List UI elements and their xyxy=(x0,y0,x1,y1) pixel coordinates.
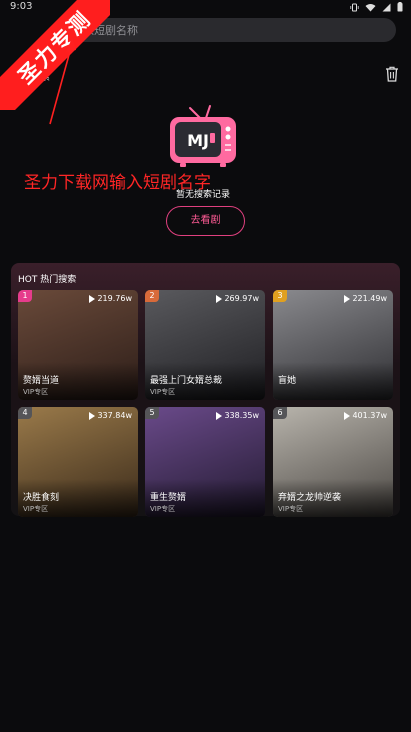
play-count-text: 269.97w xyxy=(224,294,259,303)
hot-search-card[interactable]: 1 219.76w 赘婿当道 VIP专区 xyxy=(18,290,138,400)
hot-search-card[interactable]: 2 269.97w 最强上门女婿总裁 VIP专区 xyxy=(145,290,265,400)
signal-icon xyxy=(382,3,391,11)
tv-icon: MJ xyxy=(170,105,236,167)
play-count: 401.37w xyxy=(344,411,387,420)
watermark: 圣力专测 xyxy=(0,0,110,110)
card-title: 重生赘婿 xyxy=(150,493,187,503)
play-count-text: 401.37w xyxy=(352,411,387,420)
play-icon xyxy=(344,411,351,420)
play-icon xyxy=(89,294,96,303)
overlay-caption: 圣力下载网输入短剧名字 xyxy=(24,173,211,193)
watermark-band: 圣力专测 xyxy=(0,0,110,110)
rank-badge: 3 xyxy=(273,290,287,302)
hot-search-title: HOT 热门搜索 xyxy=(18,275,77,285)
play-count-text: 221.49w xyxy=(352,294,387,303)
play-icon xyxy=(216,411,223,420)
vip-tag: VIP专区 xyxy=(23,388,49,396)
play-count: 337.84w xyxy=(89,411,132,420)
card-title: 盲她 xyxy=(278,376,297,386)
battery-icon xyxy=(397,2,403,12)
watermark-text: 圣力专测 xyxy=(13,6,96,89)
rank-badge: 5 xyxy=(145,407,159,419)
vip-tag: VIP专区 xyxy=(150,505,176,513)
wifi-icon xyxy=(365,3,376,11)
svg-text:MJ: MJ xyxy=(187,131,209,150)
vip-tag: VIP专区 xyxy=(23,505,49,513)
play-count: 338.35w xyxy=(216,411,259,420)
play-count: 269.97w xyxy=(216,294,259,303)
play-count-text: 337.84w xyxy=(97,411,132,420)
play-count: 221.49w xyxy=(344,294,387,303)
vip-tag: VIP专区 xyxy=(150,388,176,396)
vip-tag: VIP专区 xyxy=(278,505,304,513)
hot-search-card[interactable]: 5 338.35w 重生赘婿 VIP专区 xyxy=(145,407,265,517)
status-icons xyxy=(350,2,403,12)
card-title: 弃婿之龙帅逆袭 xyxy=(278,493,342,503)
play-count-text: 338.35w xyxy=(224,411,259,420)
rank-badge: 2 xyxy=(145,290,159,302)
card-title: 最强上门女婿总裁 xyxy=(150,376,223,386)
hot-search-card[interactable]: 4 337.84w 决胜食刻 VIP专区 xyxy=(18,407,138,517)
rank-badge: 1 xyxy=(18,290,32,302)
rank-badge: 6 xyxy=(273,407,287,419)
play-icon xyxy=(89,411,96,420)
play-count: 219.76w xyxy=(89,294,132,303)
go-watch-button[interactable]: 去看剧 xyxy=(166,206,245,236)
play-count-text: 219.76w xyxy=(97,294,132,303)
card-title: 赘婿当道 xyxy=(23,376,60,386)
play-icon xyxy=(216,294,223,303)
trash-icon[interactable] xyxy=(385,66,399,82)
vibrate-icon xyxy=(350,3,359,11)
play-icon xyxy=(344,294,351,303)
hot-search-card[interactable]: 3 221.49w 盲她 xyxy=(273,290,393,400)
hot-search-card[interactable]: 6 401.37w 弃婿之龙帅逆袭 VIP专区 xyxy=(273,407,393,517)
rank-badge: 4 xyxy=(18,407,32,419)
card-title: 决胜食刻 xyxy=(23,493,60,503)
